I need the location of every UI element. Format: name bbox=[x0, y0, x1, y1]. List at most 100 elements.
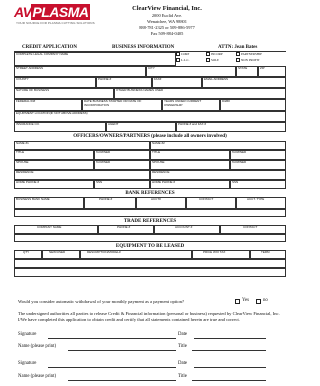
print-name-line-1[interactable] bbox=[68, 350, 176, 351]
trade-contact-field[interactable]: CONTACT bbox=[220, 225, 286, 234]
title-label-2: Title bbox=[178, 374, 187, 379]
title-line-1[interactable] bbox=[192, 350, 266, 351]
checkbox-icon[interactable] bbox=[176, 58, 180, 62]
signature-line-2[interactable] bbox=[48, 367, 176, 368]
signature-label-2: Signature bbox=[18, 361, 37, 366]
business-information-heading: BUSINESS INFORMATION bbox=[112, 45, 175, 50]
equipment-location-field[interactable]: EQUIPMENT LOCATION(IF NOT ABOVE ADDRESS) bbox=[14, 111, 286, 122]
bank-acct-field[interactable]: ACCT# bbox=[136, 197, 186, 209]
business-type-partnership[interactable]: PARTNERSHIP bbox=[236, 52, 262, 56]
officer2-spouse-owned-field[interactable]: %OWNED bbox=[230, 160, 286, 170]
officer1-spouse-owned-field[interactable]: %OWNED bbox=[94, 160, 150, 170]
company-name: ClearView Financial, Inc. bbox=[132, 5, 202, 12]
authorization-statement: The undersigned authorities all parties … bbox=[18, 311, 280, 322]
trade-phone-field[interactable]: PHONE # bbox=[98, 225, 154, 234]
bank-row-2[interactable] bbox=[14, 209, 286, 217]
federal-id-field[interactable]: FEDERAL ID# bbox=[14, 99, 82, 111]
bank-acct-type-field[interactable]: ACCT. TYPE bbox=[236, 197, 286, 209]
trade-account-field[interactable]: ACCOUNT # bbox=[154, 225, 220, 234]
trade-references-heading: TRADE REFERENCES bbox=[123, 219, 177, 224]
date-line-1[interactable] bbox=[194, 338, 266, 339]
officer1-ssn-field[interactable]: SSN bbox=[94, 180, 150, 189]
county-field[interactable]: COUNTY bbox=[14, 77, 96, 88]
fax-field[interactable]: FAX# bbox=[152, 77, 202, 88]
checkbox-icon[interactable] bbox=[206, 58, 210, 62]
phone-field[interactable]: PHONE # bbox=[96, 77, 152, 88]
bank-contact-field[interactable]: CONTACT bbox=[186, 197, 236, 209]
business-type-corp[interactable]: CORP bbox=[176, 52, 189, 56]
title-line-2[interactable] bbox=[192, 380, 266, 381]
date-label-2: Date bbox=[178, 361, 188, 366]
email-field[interactable]: EMAIL ADDRESS bbox=[202, 77, 286, 88]
print-name-label-2: Name (please print) bbox=[18, 374, 57, 379]
officer2-home-phone-field[interactable]: HOME PHONE # bbox=[150, 180, 230, 189]
officer2-title-field[interactable]: TITLE bbox=[150, 150, 230, 160]
signature-label-1: Signature bbox=[18, 332, 37, 337]
logo-tagline: YOUR SOURCE FOR PLASMA CUTTING SOLUTIONS bbox=[16, 21, 95, 25]
bank-phone-field[interactable]: PHONE # bbox=[84, 197, 136, 209]
officer2-residence-field[interactable]: RESIDENCE bbox=[150, 170, 286, 180]
duns-field[interactable]: D&B# bbox=[220, 99, 286, 111]
checkbox-icon[interactable] bbox=[236, 58, 240, 62]
insurance-co-field[interactable]: INSURANCE CO. bbox=[14, 122, 106, 132]
company-address1: 2000 Euclid Ave. bbox=[151, 13, 183, 18]
signature-line-1[interactable] bbox=[48, 338, 176, 339]
date-started-field[interactable]: DATE BUSINESS STARTED OR DATE OF INCORPO… bbox=[82, 99, 162, 111]
officer1-name-field[interactable]: NAME #1 bbox=[14, 141, 150, 150]
withdrawal-no-label: no bbox=[263, 298, 268, 303]
credit-application-heading: CREDIT APPLICATION bbox=[22, 45, 77, 50]
date-line-2[interactable] bbox=[194, 367, 266, 368]
zip-field[interactable]: ZIP bbox=[258, 66, 286, 77]
withdrawal-no-checkbox[interactable] bbox=[256, 299, 261, 304]
equipment-term-field[interactable]: TERM bbox=[250, 250, 286, 259]
title-label-1: Title bbox=[178, 344, 187, 349]
withdrawal-yes-label: Yes bbox=[242, 298, 249, 303]
officer2-name-field[interactable]: NAME #2 bbox=[150, 141, 286, 150]
officer1-title-field[interactable]: TITLE bbox=[14, 150, 94, 160]
officers-heading: OFFICERS/OWNERS/PARTNERS (please include… bbox=[73, 134, 227, 139]
equipment-description-field[interactable]: DESCRIPTION/MODEL# bbox=[80, 250, 192, 259]
company-fax: Fax 509-884-0405 bbox=[150, 31, 184, 36]
company-address2: Wenatchee, WA 98801 bbox=[147, 19, 187, 24]
trade-company-name-field[interactable]: COMPANY NAME bbox=[14, 225, 98, 234]
officer1-home-phone-field[interactable]: HOME PHONE # bbox=[14, 180, 94, 189]
attn-heading: ATTN: Jean Bates bbox=[218, 45, 258, 50]
print-name-label-1: Name (please print) bbox=[18, 344, 57, 349]
street-address-field[interactable]: STREET ADDRESS bbox=[14, 66, 146, 77]
officer2-spouse-field[interactable]: SPOUSE bbox=[150, 160, 230, 170]
business-type-llc[interactable]: L.L.C. bbox=[176, 58, 189, 62]
business-type-nonprofit[interactable]: NON PROFIT bbox=[236, 58, 260, 62]
years-ownership-field[interactable]: YEARS UNDER CURRENT OWNERSHIP bbox=[162, 99, 220, 111]
equipment-qty-field[interactable]: QTY bbox=[14, 250, 42, 259]
officer1-owned-field[interactable]: %OWNED bbox=[94, 150, 150, 160]
agent-field[interactable]: AGENT bbox=[106, 122, 176, 132]
officer1-spouse-field[interactable]: SPOUSE bbox=[14, 160, 94, 170]
logo-prefix: AV bbox=[14, 4, 32, 20]
equipment-row-3[interactable] bbox=[14, 268, 286, 277]
equipment-heading: EQUIPMENT TO BE LEASED bbox=[115, 244, 185, 249]
checkbox-icon[interactable] bbox=[176, 52, 180, 56]
checkbox-icon[interactable] bbox=[236, 52, 240, 56]
equipment-price-field[interactable]: PRICE W/O TAX bbox=[192, 250, 250, 259]
state-field[interactable]: STATE bbox=[236, 66, 258, 77]
officer1-residence-field[interactable]: RESIDENCE bbox=[14, 170, 150, 180]
business-type-incorp[interactable]: INCORP bbox=[206, 52, 223, 56]
officer2-owned-field[interactable]: %OWNED bbox=[230, 150, 286, 160]
logo-wordmark: AVPLASMA bbox=[14, 4, 90, 20]
print-name-line-2[interactable] bbox=[68, 380, 176, 381]
city-field[interactable]: CITY bbox=[146, 66, 236, 77]
withdrawal-yes-checkbox[interactable] bbox=[235, 299, 240, 304]
legal-name-field[interactable]: COMPLETE LEGAL COMPANY NAME bbox=[14, 52, 176, 66]
trade-row-2[interactable] bbox=[14, 234, 286, 242]
company-phone: 888-781-2325 or 509-886-5977 bbox=[139, 25, 195, 30]
officer2-ssn-field[interactable]: SSN bbox=[230, 180, 286, 189]
business-type-sole[interactable]: SOLE bbox=[206, 58, 219, 62]
agent-phone-field[interactable]: PHONE # and FAX # bbox=[176, 122, 286, 132]
bank-name-field[interactable]: BUSINESS BANK NAME bbox=[14, 197, 84, 209]
business-type-checkboxes: CORP INCORP PARTNERSHIP L.L.C. SOLE NON … bbox=[176, 52, 286, 66]
other-business-names-field[interactable]: OTHER BUSINESS NAMES USED bbox=[114, 88, 286, 99]
equipment-new-used-field[interactable]: NEW/USED bbox=[42, 250, 80, 259]
nature-of-business-field[interactable]: NATURE OF BUSINESS bbox=[14, 88, 114, 99]
checkbox-icon[interactable] bbox=[206, 52, 210, 56]
equipment-row-2[interactable] bbox=[14, 259, 286, 268]
